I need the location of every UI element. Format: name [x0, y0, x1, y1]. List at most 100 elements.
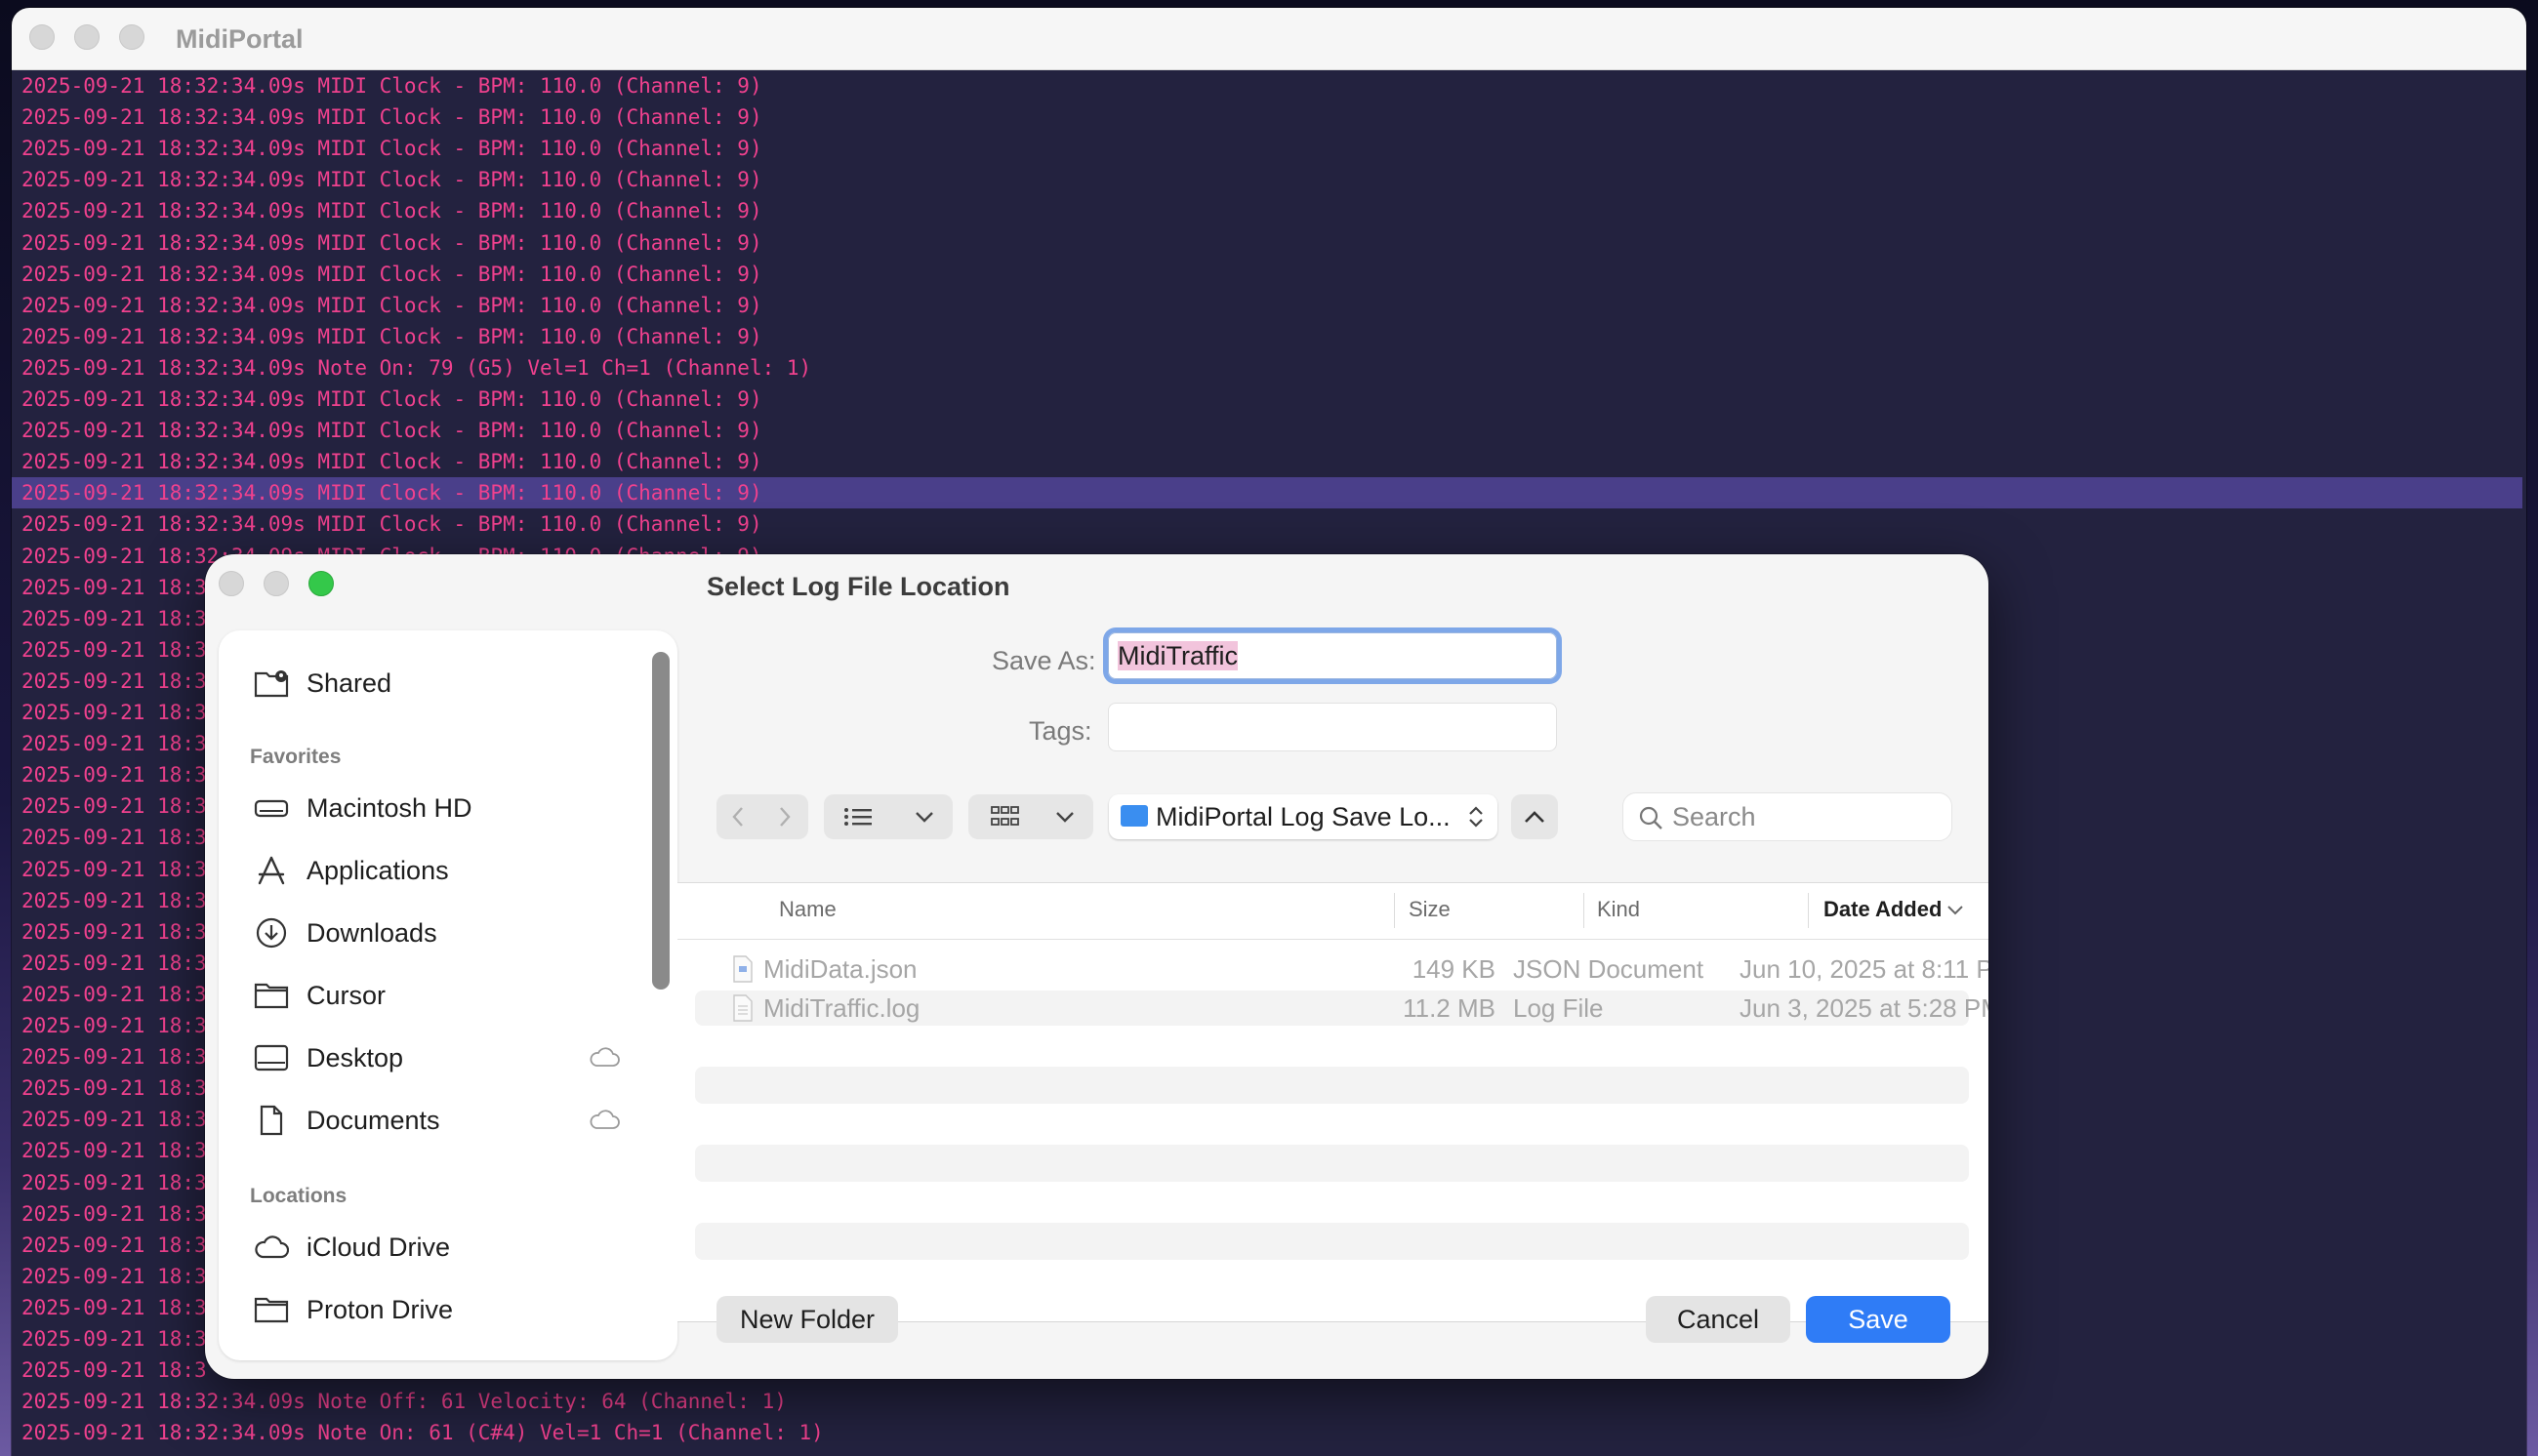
- log-line[interactable]: 2025-09-21 18:32:34.09s MIDI Clock - BPM…: [21, 446, 2520, 477]
- applications-icon: [258, 856, 285, 885]
- sidebar-item-label: Shared: [307, 668, 392, 698]
- folder-icon: [254, 1297, 289, 1323]
- hard-drive-icon: [254, 799, 289, 818]
- zoom-window-button[interactable]: [119, 24, 144, 50]
- log-line[interactable]: 2025-09-21 18:32:34.09s MIDI Clock - BPM…: [12, 477, 2522, 508]
- file-size: 149 KB: [1412, 954, 1495, 984]
- sort-chevron-icon[interactable]: [1946, 903, 1964, 916]
- log-line[interactable]: 2025-09-21 18:32:34.09s Note Off: 61 Vel…: [21, 1386, 2520, 1417]
- log-line[interactable]: 2025-09-21 18:32:34.09s MIDI Clock - BPM…: [21, 321, 2520, 352]
- cancel-button[interactable]: Cancel: [1646, 1296, 1790, 1343]
- sidebar-item-label: iCloud Drive: [307, 1233, 451, 1262]
- log-line[interactable]: 2025-09-21 18:32:34.09s MIDI Clock - BPM…: [21, 195, 2520, 226]
- save-dialog: Select Log File Location Shared Favorite…: [205, 554, 1988, 1379]
- main-titlebar: MidiPortal: [12, 8, 2526, 70]
- sidebar-item-documents[interactable]: Documents: [219, 1095, 638, 1146]
- column-header-kind[interactable]: Kind: [1597, 897, 1640, 922]
- sidebar-item-applications[interactable]: Applications: [219, 845, 638, 896]
- window-title: MidiPortal: [176, 24, 304, 54]
- file-browser: Name Size Kind Date Added MidiData.json …: [677, 882, 1988, 1322]
- sidebar-item-shared[interactable]: Shared: [219, 658, 638, 708]
- expand-collapse-button[interactable]: [1511, 794, 1558, 839]
- sidebar-item-label: Macintosh HD: [307, 793, 472, 823]
- location-popup[interactable]: MidiPortal Log Save Lo...: [1109, 794, 1497, 839]
- file-name: MidiData.json: [763, 954, 918, 984]
- column-header-size[interactable]: Size: [1409, 897, 1451, 922]
- file-size: 11.2 MB: [1403, 993, 1495, 1023]
- sidebar-item-label: Desktop: [307, 1043, 404, 1072]
- back-icon[interactable]: [726, 804, 752, 829]
- group-by-button[interactable]: [968, 794, 1093, 839]
- search-placeholder: Search: [1672, 802, 1756, 831]
- chevron-down-icon: [1056, 812, 1074, 823]
- log-line[interactable]: 2025-09-21 18:32:34.09s MIDI Clock - BPM…: [21, 384, 2520, 415]
- save-button[interactable]: Save: [1806, 1296, 1950, 1343]
- file-date: Jun 3, 2025 at 5:28 PM: [1740, 993, 1988, 1023]
- icloud-status-icon: [590, 1110, 620, 1129]
- log-line[interactable]: 2025-09-21 18:32:34.09s MIDI Clock - BPM…: [21, 164, 2520, 195]
- location-label: MidiPortal Log Save Lo...: [1156, 802, 1451, 831]
- search-icon: [1639, 806, 1662, 829]
- sidebar: Shared Favorites Macintosh HD Applicatio…: [219, 630, 677, 1360]
- log-line[interactable]: 2025-09-21 18:32:34.09s Note On: 79 (G5)…: [21, 352, 2520, 384]
- sidebar-item-label: Cursor: [307, 981, 387, 1010]
- list-view-button[interactable]: [824, 794, 953, 839]
- header-divider: [677, 939, 1988, 940]
- grid-view-icon: [991, 806, 1019, 826]
- file-row[interactable]: MidiTraffic.log 11.2 MB Log File Jun 3, …: [695, 991, 1988, 1026]
- locations-header: Locations: [250, 1185, 348, 1207]
- minimize-window-button[interactable]: [74, 24, 100, 50]
- search-input[interactable]: Search: [1622, 792, 1952, 841]
- file-row[interactable]: MidiData.json 149 KB JSON Document Jun 1…: [695, 951, 1988, 987]
- close-window-button[interactable]: [29, 24, 55, 50]
- file-kind: Log File: [1513, 993, 1604, 1023]
- json-file-icon: [733, 955, 753, 983]
- empty-row: [695, 1067, 1969, 1104]
- shared-folder-icon: [254, 670, 289, 698]
- chevron-up-icon: [1525, 811, 1544, 823]
- folder-icon: [254, 983, 289, 1009]
- sidebar-item-cursor[interactable]: Cursor: [219, 970, 638, 1021]
- dialog-close-button[interactable]: [219, 571, 244, 596]
- log-line[interactable]: 2025-09-21 18:32:34.09s MIDI Clock - BPM…: [21, 259, 2520, 290]
- sidebar-item-label: Applications: [307, 856, 449, 885]
- log-line[interactable]: 2025-09-21 18:32:34.09s MIDI Clock - BPM…: [21, 133, 2520, 164]
- log-line[interactable]: 2025-09-21 18:32:34.09s MIDI Clock - BPM…: [21, 227, 2520, 259]
- log-line[interactable]: 2025-09-21 18:32:34.09s MIDI Clock - BPM…: [21, 290, 2520, 321]
- dialog-minimize-button[interactable]: [264, 571, 289, 596]
- empty-row: [695, 1145, 1969, 1182]
- sidebar-item-macintosh-hd[interactable]: Macintosh HD: [219, 783, 638, 833]
- desktop-icon: [254, 1044, 289, 1072]
- favorites-header: Favorites: [250, 746, 342, 768]
- tags-label: Tags:: [1029, 716, 1092, 746]
- up-down-chevron-icon: [1469, 806, 1483, 828]
- column-divider: [1394, 893, 1395, 928]
- column-header-date-added[interactable]: Date Added: [1823, 897, 1942, 922]
- sidebar-item-label: Proton Drive: [307, 1295, 454, 1324]
- sidebar-item-downloads[interactable]: Downloads: [219, 908, 638, 958]
- save-as-input[interactable]: MidiTraffic: [1108, 632, 1557, 679]
- sidebar-item-desktop[interactable]: Desktop: [219, 1032, 638, 1083]
- file-name: MidiTraffic.log: [763, 993, 921, 1023]
- forward-icon[interactable]: [771, 804, 797, 829]
- log-line[interactable]: 2025-09-21 18:32:34.09s MIDI Clock - BPM…: [21, 101, 2520, 133]
- log-file-icon: [733, 994, 753, 1022]
- save-as-value: MidiTraffic: [1118, 641, 1239, 670]
- document-icon: [260, 1105, 283, 1136]
- file-kind: JSON Document: [1513, 954, 1704, 984]
- column-header-name[interactable]: Name: [779, 897, 837, 922]
- log-line[interactable]: 2025-09-21 18:32:34.09s MIDI Clock - BPM…: [21, 508, 2520, 540]
- log-line[interactable]: 2025-09-21 18:32:34.09s MIDI Clock - BPM…: [21, 70, 2520, 101]
- sidebar-item-proton-drive[interactable]: Proton Drive: [219, 1284, 638, 1335]
- empty-row: [695, 1223, 1969, 1260]
- sidebar-item-icloud-drive[interactable]: iCloud Drive: [219, 1222, 638, 1273]
- tags-input[interactable]: [1108, 703, 1557, 751]
- sidebar-item-label: Downloads: [307, 918, 437, 948]
- file-date: Jun 10, 2025 at 8:11 PM: [1740, 954, 1988, 984]
- icloud-status-icon: [590, 1047, 620, 1067]
- dialog-zoom-button[interactable]: [308, 571, 334, 596]
- new-folder-button[interactable]: New Folder: [716, 1296, 898, 1343]
- sidebar-scrollbar[interactable]: [652, 652, 670, 990]
- log-line[interactable]: 2025-09-21 18:32:34.09s Note On: 61 (C#4…: [21, 1417, 2520, 1448]
- log-line[interactable]: 2025-09-21 18:32:34.09s MIDI Clock - BPM…: [21, 415, 2520, 446]
